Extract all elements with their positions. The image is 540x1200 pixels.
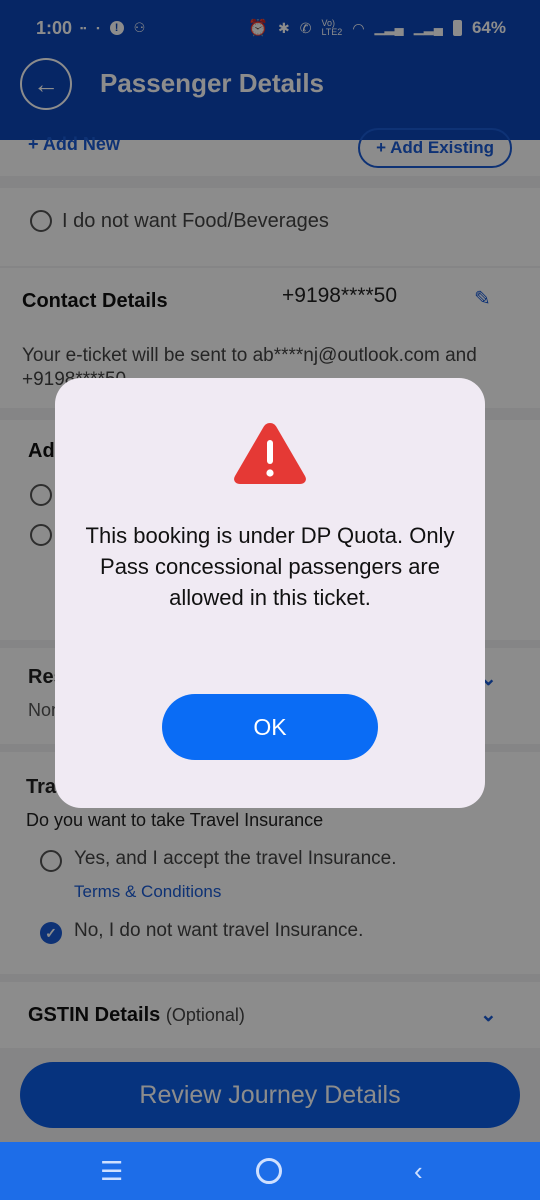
alert-dialog: This booking is under DP Quota. Only Pas… [55,378,485,808]
system-nav-bar: ☰ ‹ [0,1142,540,1200]
warning-icon [234,423,306,484]
home-icon[interactable] [256,1158,282,1184]
ok-button[interactable]: OK [162,694,378,760]
back-nav-icon[interactable]: ‹ [414,1156,423,1187]
recent-apps-icon[interactable]: ☰ [100,1156,123,1187]
dialog-message: This booking is under DP Quota. Only Pas… [85,523,455,610]
